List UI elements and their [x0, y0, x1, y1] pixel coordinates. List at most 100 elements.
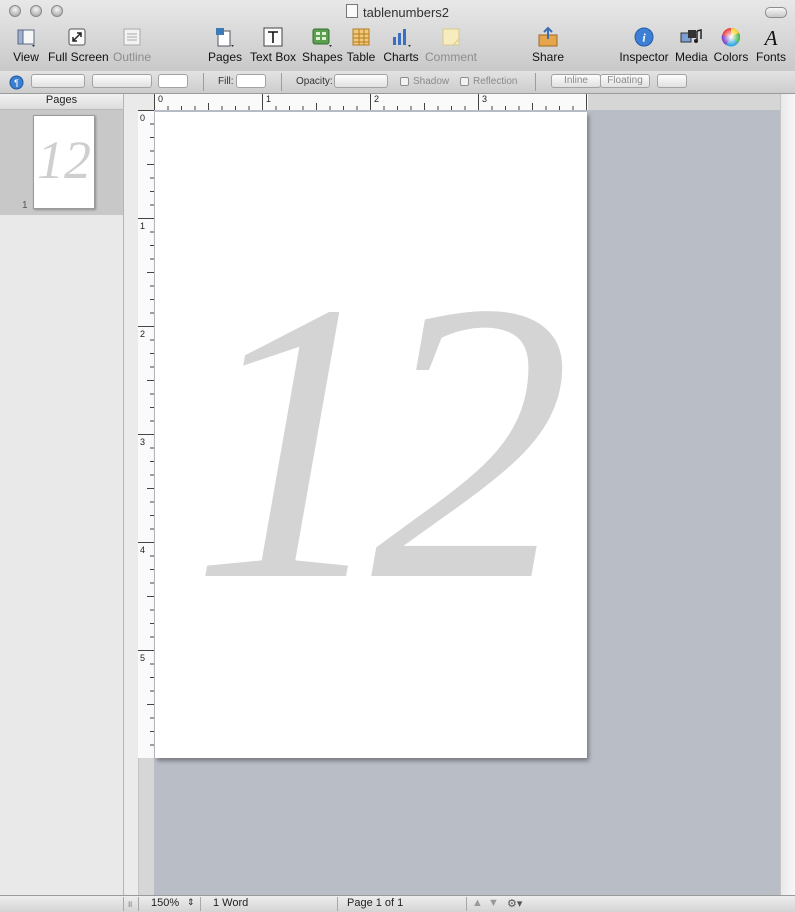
gear-icon[interactable]: ⚙▾ [507, 897, 522, 910]
info-icon: i [634, 27, 654, 47]
outline-icon [123, 28, 141, 46]
ruler-label: 5 [140, 653, 146, 663]
ruler-label: 1 [140, 221, 146, 231]
share-icon [538, 26, 558, 47]
full-screen-button[interactable]: Full Screen [48, 26, 109, 64]
pages-button[interactable]: Pages [207, 26, 243, 64]
splitter-handle-icon[interactable]: ॥ [127, 897, 132, 910]
comment-button[interactable]: Comment [425, 26, 477, 64]
ruler-gutter [124, 110, 139, 895]
thumbnail-content: 12 [37, 130, 91, 190]
zoom-stepper-icon[interactable]: ⇕ [187, 897, 195, 908]
table-button[interactable]: Table [345, 26, 377, 64]
media-button[interactable]: Media [675, 26, 708, 64]
text-box-label: Text Box [249, 50, 297, 64]
share-button[interactable]: Share [530, 26, 566, 64]
previous-page-icon[interactable]: ▲ [472, 897, 483, 909]
fonts-button[interactable]: A Fonts [755, 26, 787, 64]
comment-label: Comment [425, 50, 478, 64]
ruler-label: 4 [140, 545, 146, 555]
shadow-label: Shadow [413, 76, 450, 87]
opacity-label: Opacity: [296, 76, 333, 87]
pages-header: Pages [0, 94, 123, 110]
media-icon [680, 29, 702, 43]
ruler-label: 1 [266, 94, 272, 104]
vertical-ruler[interactable]: 0 1 2 3 4 5 [138, 110, 155, 758]
paragraph-styles-icon[interactable]: ¶ [9, 75, 24, 90]
full-screen-label: Full Screen [48, 50, 109, 64]
stroke-popup[interactable] [92, 74, 152, 88]
floating-button[interactable]: Floating [600, 74, 650, 88]
format-bar: ¶ Fill: Opacity: Shadow Reflection Inlin… [0, 71, 795, 94]
table-label: Table [346, 50, 376, 64]
view-icon [17, 29, 35, 47]
separator [281, 73, 282, 91]
svg-text:A: A [763, 26, 778, 48]
status-bar: ॥ 150% ⇕ 1 Word Page 1 of 1 ▲ ▼ ⚙▾ [0, 895, 795, 912]
window-title: tablenumbers2 [0, 4, 795, 20]
separator [123, 897, 124, 911]
separator [337, 897, 338, 911]
ruler-label: 0 [158, 94, 164, 104]
charts-label: Charts [383, 50, 419, 64]
window-toolbar: tablenumbers2 View Full Screen Outline P… [0, 0, 795, 72]
separator [138, 897, 139, 911]
document-page[interactable]: 12 [155, 112, 587, 758]
vertical-scrollbar[interactable] [780, 94, 795, 895]
pages-icon [216, 28, 234, 47]
separator [203, 73, 204, 91]
inspector-button[interactable]: i Inspector [618, 26, 670, 64]
shadow-checkbox[interactable] [400, 77, 409, 86]
style-popup[interactable] [31, 74, 85, 88]
window-title-text: tablenumbers2 [363, 5, 449, 20]
zoom-popup[interactable]: 150% [151, 897, 179, 909]
table-icon [352, 28, 370, 46]
charts-icon [393, 29, 411, 47]
shapes-icon [312, 28, 332, 47]
document-icon [346, 4, 358, 18]
inspector-label: Inspector [619, 50, 669, 64]
word-count: 1 Word [213, 897, 249, 909]
media-label: Media [675, 50, 708, 64]
view-button[interactable]: View [7, 26, 45, 64]
wrap-popup[interactable] [657, 74, 687, 88]
ruler-corner [124, 94, 154, 110]
fill-label: Fill: [218, 76, 234, 87]
fonts-icon: A [763, 26, 778, 48]
shapes-label: Shapes [302, 50, 343, 64]
opacity-popup[interactable] [334, 74, 388, 88]
page-thumbnail[interactable]: 12 [33, 115, 95, 209]
thumbnail-page-number: 1 [22, 200, 28, 211]
next-page-icon[interactable]: ▼ [488, 897, 499, 909]
comment-icon [442, 28, 460, 46]
fill-color-well[interactable] [236, 74, 266, 88]
reflection-checkbox[interactable] [460, 77, 469, 86]
ruler-label: 2 [374, 94, 380, 104]
ruler-label: 3 [140, 437, 146, 447]
color-wheel-icon [721, 28, 741, 47]
colors-button[interactable]: Colors [713, 26, 749, 64]
page-indicator: Page 1 of 1 [347, 897, 404, 909]
full-screen-icon [68, 28, 86, 46]
reflection-label: Reflection [473, 76, 518, 87]
svg-text:¶: ¶ [14, 78, 19, 88]
separator [535, 73, 536, 91]
fonts-label: Fonts [755, 50, 786, 64]
ruler-label: 2 [140, 329, 146, 339]
text-box-button[interactable]: Text Box [249, 26, 297, 64]
outline-label: Outline [112, 50, 152, 64]
view-label: View [13, 50, 39, 64]
shapes-button[interactable]: Shapes [302, 26, 343, 64]
horizontal-ruler[interactable]: 0 1 2 3 [154, 94, 588, 111]
share-label: Share [531, 50, 565, 64]
outline-button[interactable]: Outline [112, 26, 152, 64]
page-text[interactable]: 12 [155, 232, 587, 652]
horizontal-ruler-ticks [154, 94, 587, 110]
charts-button[interactable]: Charts [383, 26, 419, 64]
stroke-width-field[interactable] [158, 74, 188, 88]
pages-label: Pages [207, 50, 243, 64]
inline-button[interactable]: Inline [551, 74, 601, 88]
toolbar-toggle-button[interactable] [765, 7, 787, 18]
separator [466, 897, 467, 911]
ruler-label: 3 [482, 94, 488, 104]
